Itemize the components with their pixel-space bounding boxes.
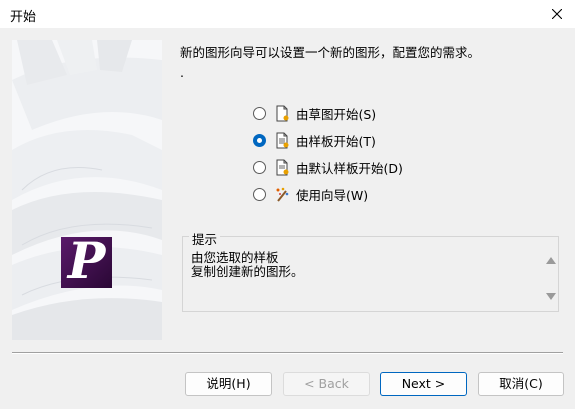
close-button[interactable] xyxy=(539,0,575,28)
wizard-wand-icon xyxy=(276,187,289,202)
cancel-button[interactable]: 取消(C) xyxy=(478,372,564,396)
wizard-banner-image: P xyxy=(12,40,162,340)
intro-dot: . xyxy=(180,65,184,80)
option-label: 由默认样板开始(D) xyxy=(296,161,403,176)
option-label: 由草图开始(S) xyxy=(296,107,377,122)
hint-text: 由您选取的样板 复制创建新的图形。 xyxy=(191,251,304,279)
close-icon xyxy=(552,9,562,19)
back-button[interactable]: < Back xyxy=(283,372,370,396)
default-template-icon xyxy=(276,159,289,176)
hint-legend: 提示 xyxy=(189,229,221,248)
window-title: 开始 xyxy=(10,10,37,25)
intro-line: 新的图形向导可以设置一个新的图形，配置您的需求。 xyxy=(180,45,481,60)
scroll-down-arrow-icon[interactable] xyxy=(546,293,556,300)
next-button[interactable]: Next > xyxy=(380,372,467,396)
option-from-sketch[interactable]: 由草图开始(S) xyxy=(253,100,403,127)
hint-line-1: 由您选取的样板 xyxy=(191,250,279,265)
option-from-template[interactable]: 由样板开始(T) xyxy=(253,127,403,154)
footer-divider xyxy=(12,352,563,354)
spiral-staircase-graphic xyxy=(12,40,162,340)
hint-line-2: 复制创建新的图形。 xyxy=(191,264,304,279)
option-label: 使用向导(W) xyxy=(296,188,369,203)
radio-from-template[interactable] xyxy=(253,134,266,147)
radio-from-sketch[interactable] xyxy=(253,107,266,120)
hint-groupbox: 提示 由您选取的样板 复制创建新的图形。 xyxy=(182,229,559,312)
radio-from-default-template[interactable] xyxy=(253,161,266,174)
option-label: 由样板开始(T) xyxy=(296,134,376,149)
intro-text: 新的图形向导可以设置一个新的图形，配置您的需求。 . xyxy=(180,43,480,83)
option-from-default-template[interactable]: 由默认样板开始(D) xyxy=(253,154,403,181)
help-button[interactable]: 说明(H) xyxy=(185,372,272,396)
hint-scrollbar[interactable] xyxy=(542,237,558,311)
new-drawing-dialog: 开始 P 新的图形向导可以设置一个新的图形，配置您的需求。 . 由草图开始(S)… xyxy=(0,0,575,409)
title-bar: 开始 xyxy=(0,0,575,28)
scroll-up-arrow-icon[interactable] xyxy=(546,257,556,264)
app-logo: P xyxy=(61,231,112,290)
radio-use-wizard[interactable] xyxy=(253,188,266,201)
blank-document-icon xyxy=(276,105,289,122)
start-options-radio-group: 由草图开始(S) 由样板开始(T) 由默认样板开始(D) 使用向导(W) xyxy=(253,100,403,208)
template-document-icon xyxy=(276,132,289,149)
option-use-wizard[interactable]: 使用向导(W) xyxy=(253,181,403,208)
logo-letter-p: P xyxy=(67,231,106,290)
